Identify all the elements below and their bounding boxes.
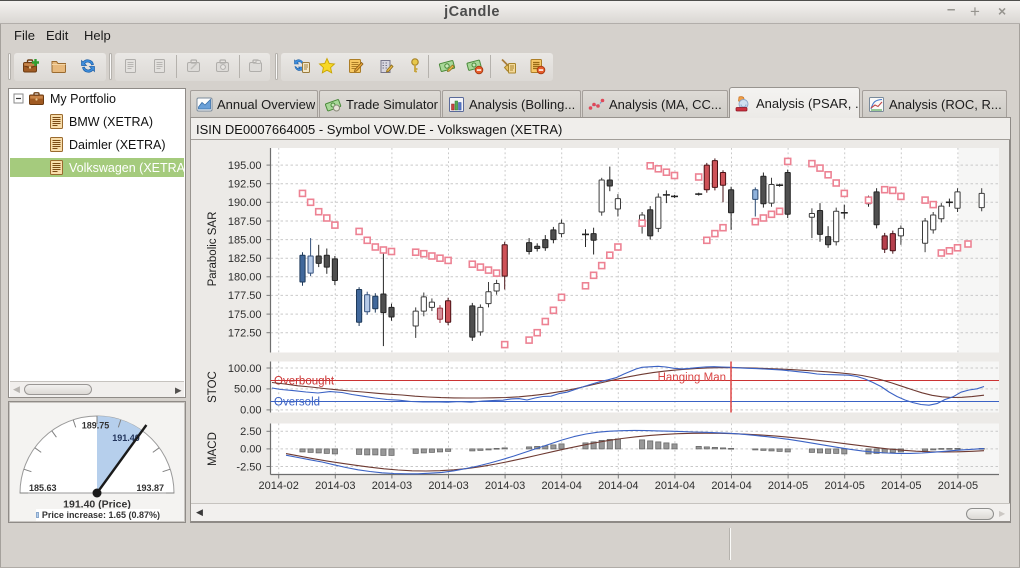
svg-text:-2.50: -2.50: [236, 461, 261, 473]
svg-text:2014-05: 2014-05: [768, 480, 808, 492]
svg-text:187.50: 187.50: [228, 216, 262, 228]
svg-text:Hanging Man: Hanging Man: [658, 372, 726, 384]
svg-text:2014-05: 2014-05: [938, 480, 978, 492]
svg-text:100.00: 100.00: [228, 363, 262, 375]
svg-text:180.00: 180.00: [228, 272, 262, 284]
svg-text:2014-03: 2014-03: [315, 480, 355, 492]
svg-text:2014-03: 2014-03: [485, 480, 525, 492]
svg-text:177.50: 177.50: [228, 290, 262, 302]
svg-text:Parabolic SAR: Parabolic SAR: [207, 212, 219, 287]
svg-text:175.00: 175.00: [228, 309, 262, 321]
svg-text:Oversold: Oversold: [274, 396, 320, 408]
svg-text:2014-05: 2014-05: [825, 480, 865, 492]
svg-text:2014-03: 2014-03: [372, 480, 412, 492]
svg-text:2014-04: 2014-04: [655, 480, 695, 492]
svg-text:185.00: 185.00: [228, 234, 262, 246]
svg-text:2014-02: 2014-02: [259, 480, 299, 492]
svg-text:185.63: 185.63: [29, 483, 57, 493]
svg-text:192.50: 192.50: [228, 179, 262, 191]
svg-text:2014-03: 2014-03: [428, 480, 468, 492]
svg-text:195.00: 195.00: [228, 160, 262, 172]
svg-text:50.00: 50.00: [234, 384, 262, 396]
svg-text:2014-04: 2014-04: [711, 480, 751, 492]
svg-text:172.50: 172.50: [228, 328, 262, 340]
svg-text:190.00: 190.00: [228, 197, 262, 209]
svg-text:0.00: 0.00: [240, 444, 261, 456]
svg-text:0.00: 0.00: [240, 405, 261, 417]
svg-text:2014-04: 2014-04: [542, 480, 582, 492]
svg-text:189.75: 189.75: [82, 421, 110, 431]
svg-text:STOC: STOC: [207, 371, 219, 403]
svg-text:Overbought: Overbought: [274, 376, 335, 388]
svg-text:2014-05: 2014-05: [881, 480, 921, 492]
svg-text:182.50: 182.50: [228, 253, 262, 265]
svg-text:2.50: 2.50: [240, 426, 261, 438]
svg-text:MACD: MACD: [207, 432, 219, 466]
svg-text:193.87: 193.87: [136, 483, 164, 493]
svg-text:2014-04: 2014-04: [598, 480, 638, 492]
